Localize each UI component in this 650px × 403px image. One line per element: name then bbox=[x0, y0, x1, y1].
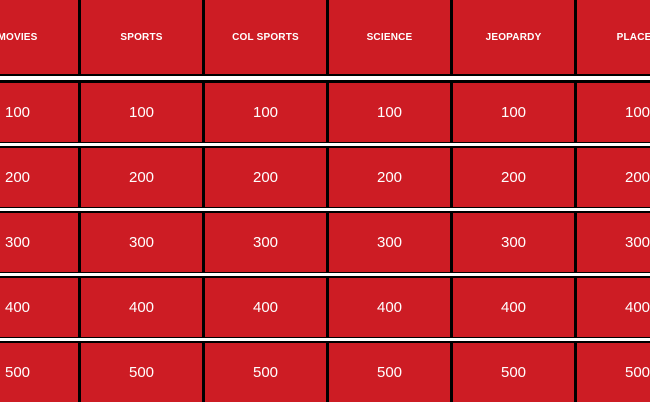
row-divider-line bbox=[0, 143, 650, 146]
row-divider bbox=[0, 337, 650, 343]
category-header-jeopardy: JEOPARDY bbox=[453, 0, 574, 74]
clue-tile-places-200[interactable]: 200 bbox=[577, 148, 650, 207]
clue-tile-sports-200[interactable]: 200 bbox=[81, 148, 202, 207]
category-header-science: SCIENCE bbox=[329, 0, 450, 74]
clue-tile-jeopardy-300[interactable]: 300 bbox=[453, 213, 574, 272]
clue-tile-movies-200[interactable]: 200 bbox=[0, 148, 78, 207]
row-divider bbox=[0, 142, 650, 148]
clue-tile-movies-300[interactable]: 300 bbox=[0, 213, 78, 272]
category-header-sports: SPORTS bbox=[81, 0, 202, 74]
clue-tile-places-100[interactable]: 100 bbox=[577, 83, 650, 142]
clue-tile-sports-500[interactable]: 500 bbox=[81, 343, 202, 402]
clue-tile-col-sports-500[interactable]: 500 bbox=[205, 343, 326, 402]
category-header-col-sports: COL SPORTS bbox=[205, 0, 326, 74]
clue-tile-science-300[interactable]: 300 bbox=[329, 213, 450, 272]
clue-tile-jeopardy-400[interactable]: 400 bbox=[453, 278, 574, 337]
clue-tile-science-100[interactable]: 100 bbox=[329, 83, 450, 142]
game-viewport: MOVIES SPORTS COL SPORTS SCIENCE JEOPARDY PLA… bbox=[0, 0, 650, 403]
row-divider-line bbox=[0, 338, 650, 341]
clue-tile-col-sports-100[interactable]: 100 bbox=[205, 83, 326, 142]
clue-tile-sports-300[interactable]: 300 bbox=[81, 213, 202, 272]
category-header-places: PLACES bbox=[577, 0, 650, 74]
clue-tile-jeopardy-100[interactable]: 100 bbox=[453, 83, 574, 142]
header-divider-line bbox=[0, 76, 650, 80]
clue-tile-col-sports-300[interactable]: 300 bbox=[205, 213, 326, 272]
clue-tile-col-sports-200[interactable]: 200 bbox=[205, 148, 326, 207]
clue-tile-jeopardy-500[interactable]: 500 bbox=[453, 343, 574, 402]
clue-tile-sports-100[interactable]: 100 bbox=[81, 83, 202, 142]
clue-tile-places-400[interactable]: 400 bbox=[577, 278, 650, 337]
clue-tile-movies-500[interactable]: 500 bbox=[0, 343, 78, 402]
clue-tile-jeopardy-200[interactable]: 200 bbox=[453, 148, 574, 207]
jeopardy-board: MOVIES SPORTS COL SPORTS SCIENCE JEOPARDY PLA… bbox=[0, 0, 650, 402]
clue-tile-science-200[interactable]: 200 bbox=[329, 148, 450, 207]
row-divider-line bbox=[0, 273, 650, 276]
header-divider bbox=[0, 74, 650, 83]
clue-tile-places-500[interactable]: 500 bbox=[577, 343, 650, 402]
clue-tile-col-sports-400[interactable]: 400 bbox=[205, 278, 326, 337]
row-divider-line bbox=[0, 208, 650, 211]
clue-tile-movies-100[interactable]: 100 bbox=[0, 83, 78, 142]
clue-tile-science-500[interactable]: 500 bbox=[329, 343, 450, 402]
clue-tile-places-300[interactable]: 300 bbox=[577, 213, 650, 272]
clue-tile-science-400[interactable]: 400 bbox=[329, 278, 450, 337]
category-header-movies: MOVIES bbox=[0, 0, 78, 74]
row-divider bbox=[0, 207, 650, 213]
row-divider bbox=[0, 272, 650, 278]
clue-tile-sports-400[interactable]: 400 bbox=[81, 278, 202, 337]
clue-tile-movies-400[interactable]: 400 bbox=[0, 278, 78, 337]
